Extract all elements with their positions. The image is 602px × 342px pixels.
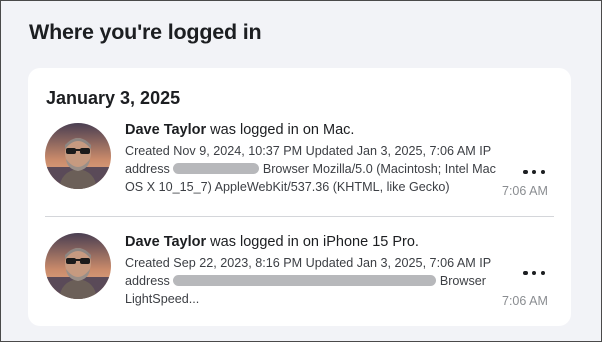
more-horizontal-icon[interactable] [523, 167, 545, 177]
more-horizontal-icon[interactable] [523, 268, 545, 278]
session-details-browser: Browser Mozilla/5.0 (Macintosh; Intel Ma… [262, 162, 496, 176]
session-details-line: Created Nov 9, 2024, 10:37 PM Updated Ja… [125, 144, 492, 158]
session-action: was logged in on Mac. [206, 122, 355, 138]
session-details: Created Sep 22, 2023, 8:16 PM Updated Ja… [125, 254, 525, 308]
session-action: was logged in on iPhone 15 Pro. [206, 234, 419, 250]
session-details-line: address Browser [125, 272, 525, 290]
session-title: Dave Taylor was logged in on Mac. [125, 122, 354, 138]
redacted-ip-address [173, 275, 437, 286]
session-details-address-label: address [125, 162, 170, 176]
session-user-name: Dave Taylor [125, 234, 207, 250]
session-details-line: LightSpeed... [125, 292, 200, 306]
session-details-line: Created Sep 22, 2023, 8:16 PM Updated Ja… [125, 256, 492, 270]
session-details-line: OS X 10_15_7) AppleWebKit/537.36 (KHTML,… [125, 180, 450, 194]
session-details-line: address Browser Mozilla/5.0 (Macintosh; … [125, 160, 525, 178]
avatar [45, 123, 111, 189]
session-time: 7:06 AM [502, 294, 548, 308]
session-details-address-label: address [125, 274, 170, 288]
session-user-name: Dave Taylor [125, 122, 207, 138]
session-details: Created Nov 9, 2024, 10:37 PM Updated Ja… [125, 142, 525, 196]
page-title: Where you're logged in [29, 20, 262, 44]
sessions-card: January 3, 2025 Dave Taylor was logged i… [28, 68, 571, 326]
divider [45, 216, 554, 217]
session-time: 7:06 AM [502, 184, 548, 198]
date-group-header: January 3, 2025 [46, 88, 181, 108]
session-details-browser: Browser [439, 274, 486, 288]
avatar [45, 233, 111, 299]
session-title: Dave Taylor was logged in on iPhone 15 P… [125, 234, 419, 250]
redacted-ip-address [173, 163, 260, 174]
